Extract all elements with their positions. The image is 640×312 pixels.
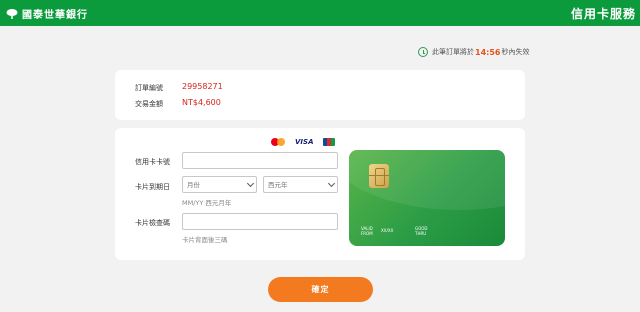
timer-prefix: 此筆訂單將於 [432,48,474,56]
expiry-month-select[interactable]: 月份 [182,176,257,193]
valid-from-date: XX/XX [381,228,394,233]
cvv-hint: 卡片背面後三碼 [182,236,228,244]
chevron-down-icon [327,179,336,188]
timer-suffix: 秒內失效 [501,48,530,56]
valid-from-label: VALID FROM [361,226,373,236]
amount-label: 交易金額 [135,100,163,108]
top-header-bar: 國泰世華銀行 信用卡服務 [0,0,640,26]
expiry-timer: 此筆訂單將於 14:56 秒內失效 [418,47,529,57]
clock-icon [418,47,428,57]
jcb-icon [323,138,336,146]
order-info-panel: 訂單編號 29958271 交易金額 NT$4,600 [115,70,525,120]
credit-card-preview: VALID FROM XX/XX GOOD THRU [349,150,505,246]
bank-name: 國泰世華銀行 [22,10,88,21]
amount-value: NT$4,600 [182,98,221,107]
visa-icon: VISA [295,138,314,146]
card-brands: VISA [271,138,336,146]
cvv-input[interactable] [182,213,338,230]
service-title: 信用卡服務 [570,7,636,21]
expiry-hint: MM/YY 西元月年 [182,199,232,207]
year-placeholder: 西元年 [268,181,288,189]
good-thru-label: GOOD THRU [415,226,428,236]
timer-countdown: 14:56 [475,47,501,57]
month-placeholder: 月份 [187,181,200,189]
chevron-down-icon [246,179,255,188]
confirm-button[interactable]: 確定 [268,277,373,302]
card-number-input[interactable] [182,152,338,169]
chip-icon [369,164,389,188]
order-number-value: 29958271 [182,82,223,91]
bank-logo[interactable]: 國泰世華銀行 [6,6,88,21]
expiry-year-select[interactable]: 西元年 [263,176,338,193]
cvv-label: 卡片檢查碼 [135,219,170,227]
mastercard-icon [271,138,285,146]
expiry-label: 卡片到期日 [135,183,170,191]
order-number-label: 訂單編號 [135,84,163,92]
card-number-label: 信用卡卡號 [135,158,170,166]
payment-form-panel: VISA 信用卡卡號 卡片到期日 月份 西元年 MM/YY 西元月年 卡片檢查碼… [115,128,525,260]
tree-logo-icon [6,8,18,19]
